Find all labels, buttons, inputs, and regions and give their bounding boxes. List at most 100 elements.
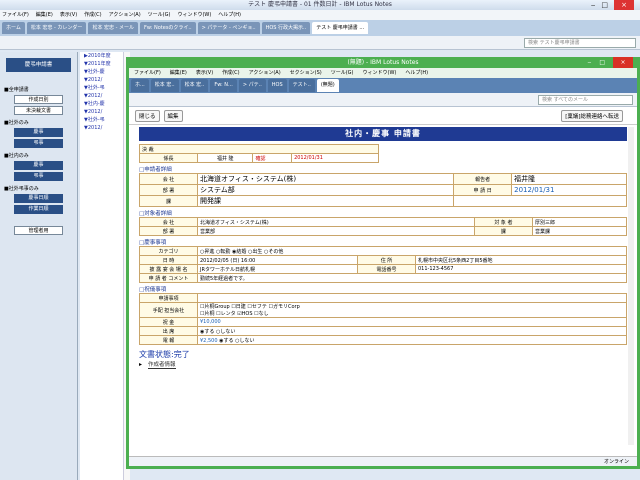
- t-person: 厚別三郎: [531, 217, 627, 227]
- nav-button[interactable]: 慶事: [14, 161, 63, 170]
- tree-item[interactable]: ▼2012/: [80, 92, 123, 100]
- label: 申 請 日: [453, 184, 513, 196]
- maximize-icon[interactable]: □: [599, 57, 605, 68]
- nav-button[interactable]: 弔事: [14, 172, 63, 181]
- fw-tab[interactable]: ホ...: [131, 79, 149, 92]
- fw-menu-item[interactable]: ファイル(F): [134, 68, 161, 78]
- fw-menu-item[interactable]: ウィンドウ(W): [363, 68, 397, 78]
- label: 電 報: [139, 335, 198, 345]
- nav-button[interactable]: 慶事日順: [14, 194, 63, 203]
- bg-menu-item[interactable]: ファイル(F): [2, 10, 29, 20]
- bg-menu-item[interactable]: 編集(E): [36, 10, 53, 20]
- checkbox-label: なし: [258, 311, 269, 317]
- bg-tab[interactable]: Fw: Notesのクライ..: [140, 22, 196, 34]
- fw-search-input[interactable]: 検索 すべてのメール: [538, 95, 633, 105]
- admin-button[interactable]: 管理者用: [14, 226, 63, 235]
- label: 電話番号: [356, 264, 416, 274]
- status-bar: オンライン: [129, 456, 637, 466]
- bg-tab[interactable]: HOS 行政大掲示..: [261, 22, 311, 34]
- bg-menu-item[interactable]: 作成(C): [84, 10, 101, 20]
- tel: 011-123-4567: [414, 264, 627, 274]
- fw-menu-item[interactable]: 表示(V): [196, 68, 213, 78]
- fw-tab[interactable]: 松本 宏..: [150, 79, 179, 92]
- bg-tab[interactable]: 松本 宏忠 - カレンダー: [26, 22, 87, 34]
- label: 日 時: [139, 255, 198, 265]
- document-body: 社内・慶事 申請書 決 裁 係長 福井 隆確認 2012/01/31 □申請者詳細 …: [139, 127, 627, 445]
- bg-search-input[interactable]: 検索 テスト慶弔申請書: [524, 38, 636, 48]
- radio-label: しない: [239, 337, 255, 344]
- bg-menu-item[interactable]: ツール(G): [148, 10, 171, 20]
- nav-button[interactable]: 慶事: [14, 128, 63, 137]
- bg-tab[interactable]: 松本 宏忠 - メール: [88, 22, 139, 34]
- fw-tab[interactable]: (無題): [316, 79, 339, 92]
- category-radios: ○昇進 ○転勤 ◉結婚 ○出生 ○その他: [197, 246, 627, 256]
- fw-menu-bar: ファイル(F) 編集(E) 表示(V) 作成(C) アクション(A) セクション(S) ツー…: [129, 68, 637, 78]
- close-button[interactable]: 閉じる: [135, 109, 160, 122]
- fw-menu-item[interactable]: ツール(G): [331, 68, 354, 78]
- checkbox-label: ガモリCorp: [272, 304, 300, 310]
- nav-button[interactable]: 弔事: [14, 139, 63, 148]
- close-icon[interactable]: ×: [613, 57, 633, 68]
- forward-button[interactable]: [稟議]総務連絡へ転送: [561, 109, 623, 122]
- bg-menu-item[interactable]: ウィンドウ(W): [177, 10, 211, 20]
- confirm-date: 2012/01/31: [291, 153, 379, 163]
- nav-button[interactable]: 作成日別: [14, 95, 63, 104]
- label: 会 社: [139, 173, 198, 185]
- sec-event: □慶事事項: [139, 240, 167, 246]
- fw-menu-item[interactable]: ヘルプ(H): [405, 68, 428, 78]
- sec-target: □対象者詳細: [139, 211, 172, 217]
- app-date: 2012/01/31: [511, 184, 627, 196]
- radio-label: 昇進: [204, 248, 215, 255]
- bg-tab[interactable]: テスト 慶弔申請書 ...: [312, 22, 369, 34]
- fw-menu-item[interactable]: セクション(S): [290, 68, 322, 78]
- maximize-icon[interactable]: □: [601, 0, 608, 10]
- bg-tab[interactable]: > パテータ - ペンギョ..: [197, 22, 260, 34]
- target-table: 会 社北海道オフィス・システム(株) 対 象 者厚別三郎 部 署営業部課営業課: [139, 217, 627, 236]
- radio-label: 出生: [252, 248, 263, 255]
- tree-item[interactable]: ▼社外-慶: [80, 68, 123, 76]
- radio-label: 転勤: [220, 248, 231, 255]
- fw-menu-item[interactable]: アクション(A): [249, 68, 281, 78]
- nav-heading: ■社内のみ: [4, 153, 29, 159]
- doc-status: 文書状態:完了: [139, 350, 190, 359]
- bg-menu-item[interactable]: ヘルプ(H): [218, 10, 241, 20]
- twistie-icon[interactable]: ▸: [139, 361, 142, 368]
- company: 北海道オフィス・システム(株): [196, 173, 455, 185]
- edit-button[interactable]: 編集: [163, 109, 183, 122]
- bg-menu-item[interactable]: アクション(A): [109, 10, 141, 20]
- tree-item[interactable]: ▼社内-慶: [80, 100, 123, 108]
- close-icon[interactable]: ×: [614, 0, 634, 10]
- fw-toolbar: 検索 すべてのメール: [129, 93, 637, 107]
- fw-menu-item[interactable]: 作成(C): [222, 68, 239, 78]
- nav-button[interactable]: 作業日順: [14, 205, 63, 214]
- tree-item[interactable]: ▼社外-弔: [80, 84, 123, 92]
- radio-label: する: [223, 337, 234, 344]
- minimize-icon[interactable]: ‒: [591, 0, 595, 10]
- tree-item[interactable]: ▼社外-弔: [80, 116, 123, 124]
- minimize-icon[interactable]: ‒: [588, 57, 592, 68]
- t-dept: 営業部: [197, 226, 475, 236]
- fw-tab[interactable]: テスト..: [288, 79, 315, 92]
- tree-item[interactable]: ▼2011年度: [80, 60, 123, 68]
- tree-item[interactable]: ▼2012/: [80, 108, 123, 116]
- bg-menu-item[interactable]: 表示(V): [60, 10, 77, 20]
- bg-tab[interactable]: ホーム: [2, 22, 25, 34]
- fw-tab[interactable]: HOS: [267, 79, 287, 92]
- tree-item[interactable]: ▶2010年度: [80, 52, 123, 60]
- fw-tab[interactable]: 松本 宏..: [180, 79, 209, 92]
- nav-button[interactable]: 未決裁文書: [14, 106, 63, 115]
- fw-tab[interactable]: Fw: N...: [210, 79, 237, 92]
- fw-tab[interactable]: > パテ..: [238, 79, 266, 92]
- scrollbar[interactable]: [628, 127, 634, 445]
- tree-item[interactable]: ▼2012/: [80, 124, 123, 132]
- kacho-label: 係長: [139, 153, 198, 163]
- online-status[interactable]: オンライン: [604, 459, 629, 465]
- sec-applicant: □申請者詳細: [139, 167, 172, 173]
- datetime: 2012/02/05 (日) 16:00: [197, 255, 358, 265]
- bg-title: テスト 慶弔申請書 - 01 件数日計 - IBM Lotus Notes: [248, 1, 392, 8]
- fw-menu-item[interactable]: 編集(E): [170, 68, 187, 78]
- history-link[interactable]: 作成者情報: [148, 360, 176, 369]
- view-tree: ▶2010年度 ▼2011年度 ▼社外-慶 ▼2012/▼社外-弔 ▼2012/▼社内-…: [80, 52, 124, 480]
- tree-item[interactable]: ▼2012/: [80, 76, 123, 84]
- confirm-label: 確認: [252, 153, 293, 163]
